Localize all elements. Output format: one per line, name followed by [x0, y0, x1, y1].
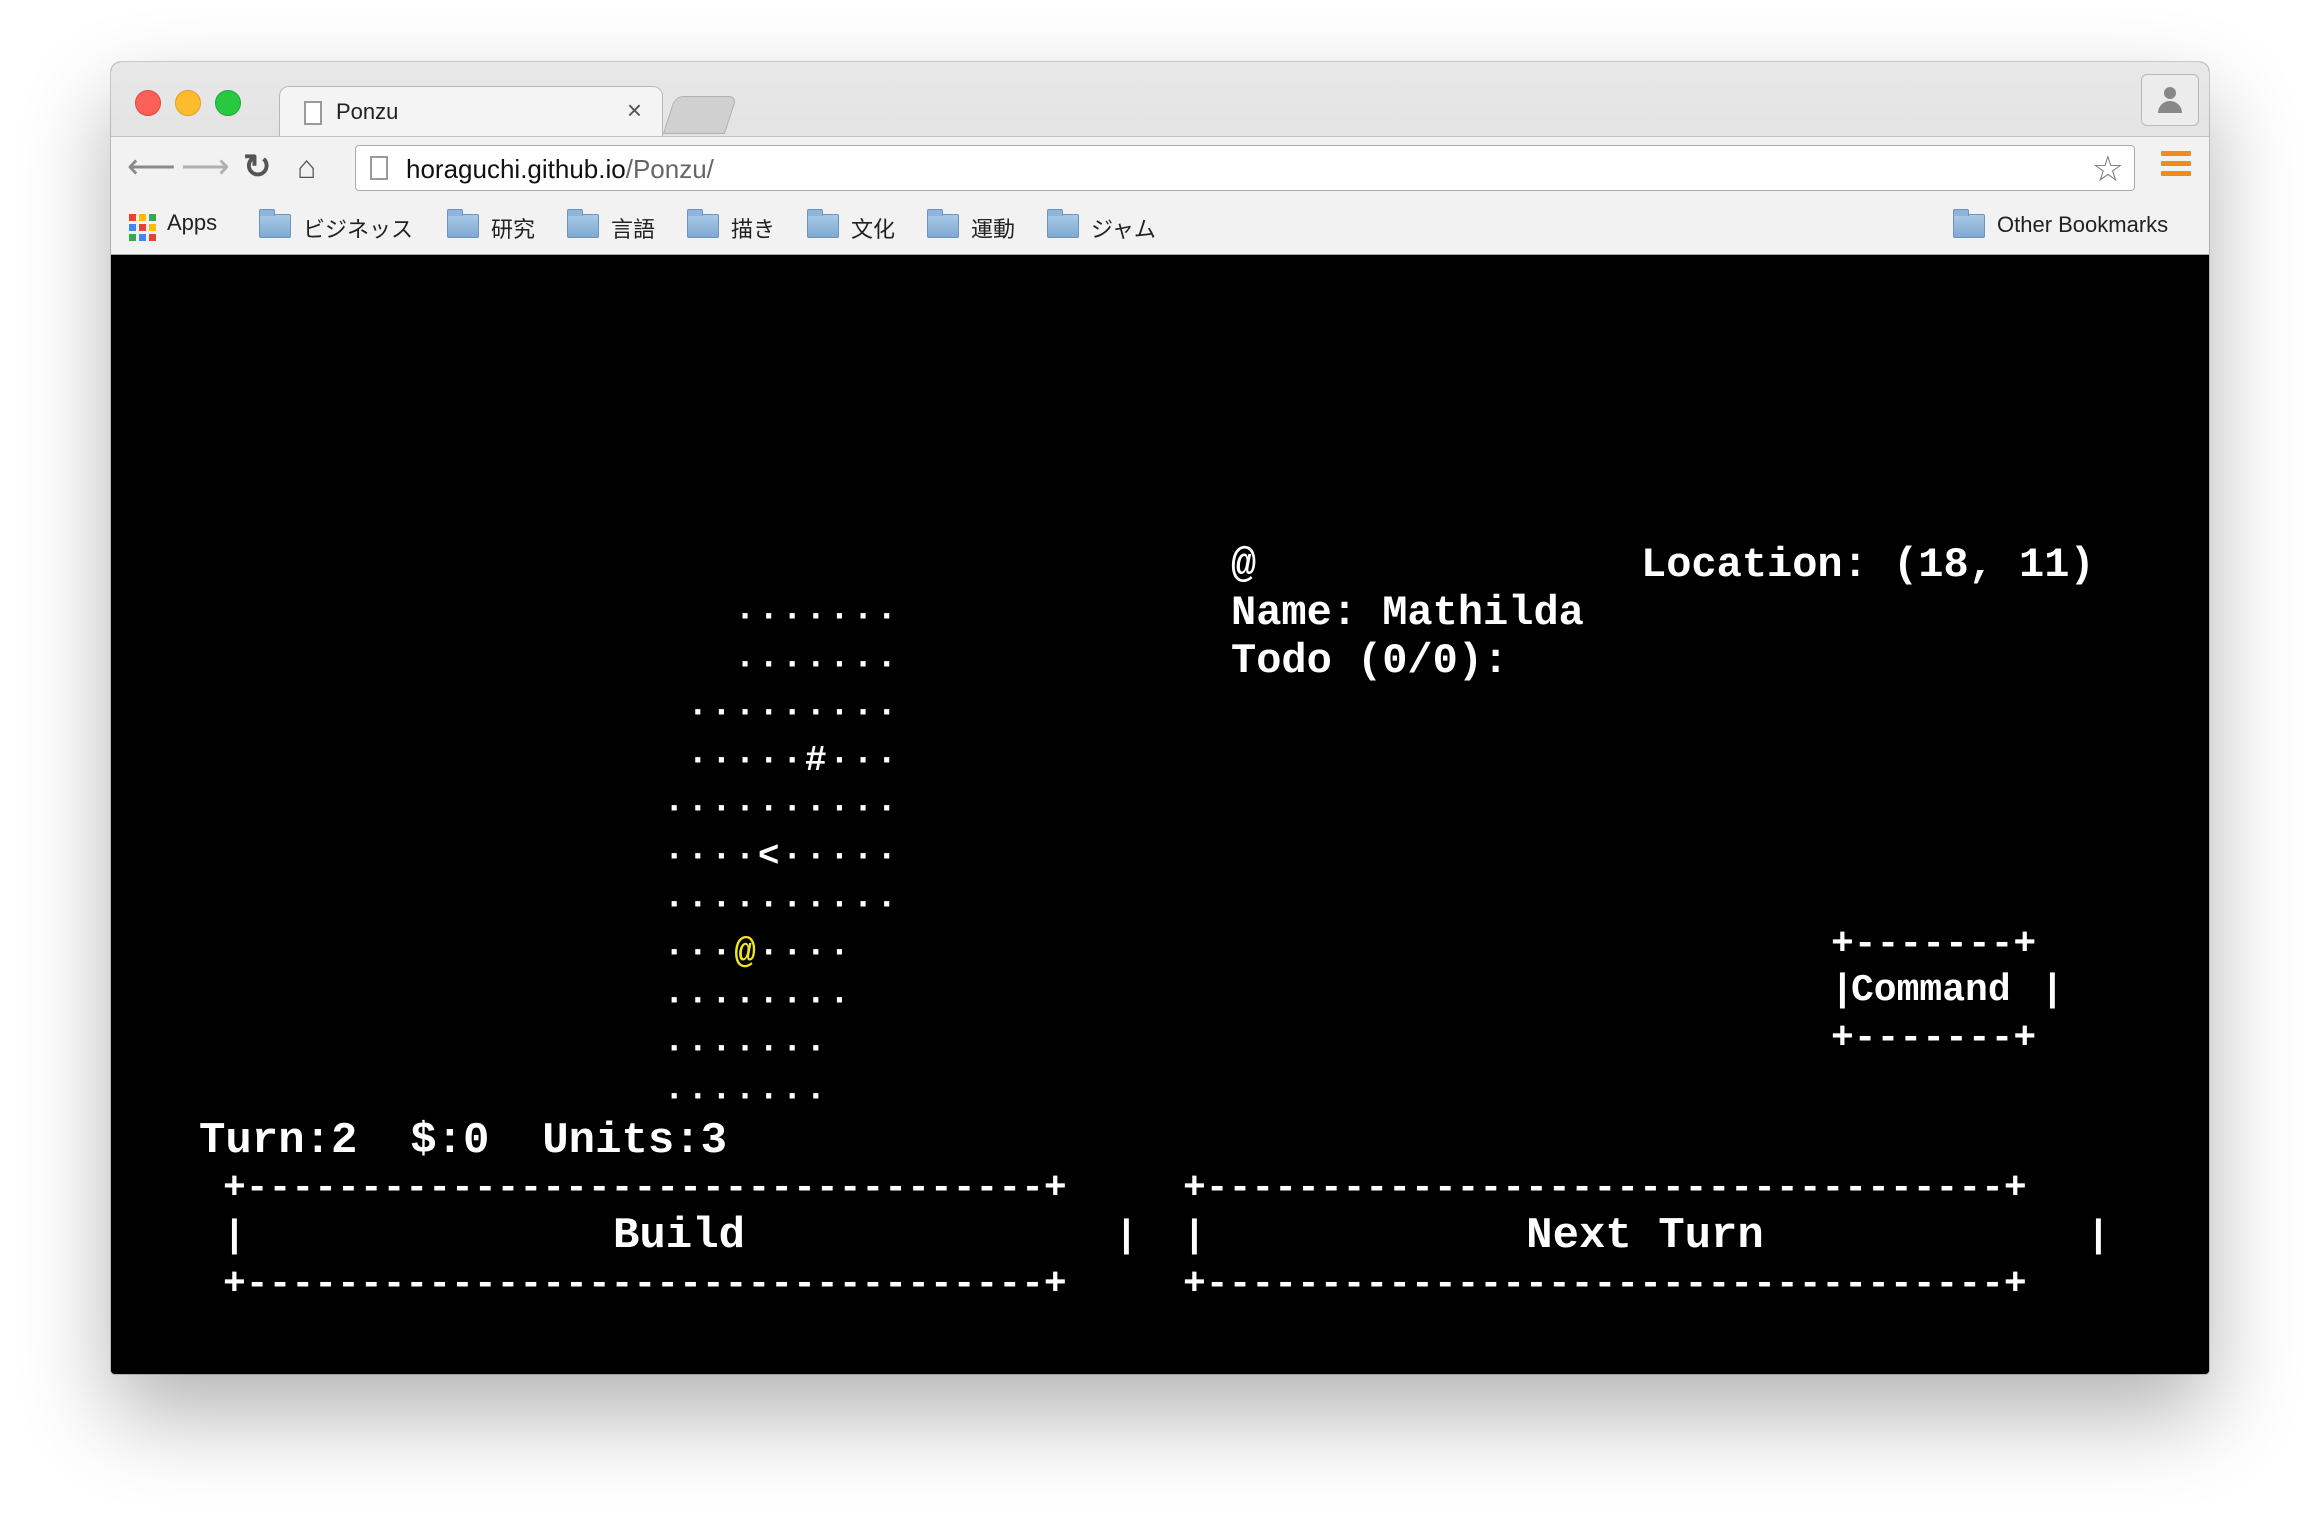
next-turn-label: Next Turn: [1526, 1211, 1764, 1261]
folder-icon: [447, 209, 479, 238]
bookmark-folder-1[interactable]: 研究: [491, 212, 535, 244]
todo-list: Todo (0/0):: [1231, 637, 1509, 685]
page-icon: [304, 101, 322, 125]
folder-icon: [1953, 209, 1985, 238]
command-button[interactable]: +-------+ | | Command +-------+: [1831, 923, 2064, 1060]
folder-icon: [927, 209, 959, 238]
bookmarks-bar: Apps ビジネッス 研究 言語 描き 文化 運動 ジャム Other Book…: [111, 200, 2209, 255]
bookmark-folder-4[interactable]: 文化: [851, 212, 895, 244]
bookmark-folder-6[interactable]: ジャム: [1091, 212, 1156, 244]
player-marker[interactable]: @: [734, 932, 758, 973]
bookmark-apps-label: Apps: [167, 210, 218, 235]
map-row: ·······: [569, 644, 900, 685]
url-path: /Ponzu/: [625, 154, 714, 184]
map-row: ··········: [569, 788, 900, 829]
command-border-mid: |: [2041, 969, 2064, 1012]
apps-grid-icon: [129, 214, 156, 241]
forward-arrow-icon[interactable]: ⟶: [181, 149, 230, 185]
bookmark-folder-5[interactable]: 運動: [971, 212, 1015, 244]
next-turn-border-bottom: +-----------------------------------+: [1183, 1263, 2027, 1306]
menu-icon[interactable]: [2161, 151, 2191, 179]
map-row: ··········: [569, 884, 900, 925]
address-bar[interactable]: horaguchi.github.io/Ponzu/ ☆: [355, 145, 2135, 191]
page-icon: [370, 156, 388, 180]
status-line: Turn:2 $:0 Units:3: [199, 1116, 728, 1166]
tab-strip: Ponzu ×: [111, 62, 2209, 137]
home-icon[interactable]: ⌂: [297, 149, 316, 185]
map-row-player: ···@····: [569, 932, 853, 973]
tab-close-icon[interactable]: ×: [627, 95, 642, 126]
location-readout: Location: (18, 11): [1641, 541, 2095, 589]
folder-icon: [807, 209, 839, 238]
bookmark-other[interactable]: Other Bookmarks: [1997, 212, 2168, 238]
unit-name: Name: Mathilda: [1231, 589, 1584, 637]
bookmark-folder-3[interactable]: 描き: [731, 212, 775, 244]
profile-button[interactable]: [2141, 74, 2199, 126]
bookmark-folder-0[interactable]: ビジネッス: [303, 212, 413, 244]
folder-icon: [687, 209, 719, 238]
next-turn-border-top: +-----------------------------------+: [1183, 1167, 2027, 1210]
map-row: ····<·····: [569, 836, 900, 877]
url-host: horaguchi.github.io: [406, 154, 626, 184]
back-arrow-icon[interactable]: ⟵: [127, 149, 176, 185]
folder-icon: [259, 209, 291, 238]
reload-icon[interactable]: ↻: [243, 149, 272, 185]
build-border-bottom: +-----------------------------------+: [223, 1263, 1067, 1306]
bookmark-folder-2[interactable]: 言語: [611, 212, 655, 244]
map-row: ·······: [569, 596, 900, 637]
person-icon: [2164, 87, 2176, 99]
folder-icon: [567, 209, 599, 238]
zoom-window-button[interactable]: [215, 90, 241, 116]
bookmark-star-icon[interactable]: ☆: [2092, 148, 2124, 190]
map-row: ········: [569, 980, 853, 1021]
build-border-top: +-----------------------------------+: [223, 1167, 1067, 1210]
new-tab-button[interactable]: [662, 96, 738, 134]
map-row: ·······: [569, 1028, 829, 1069]
map-row: ·········: [569, 692, 900, 733]
command-label: Command: [1851, 969, 2011, 1012]
map-row: ·······: [569, 1076, 829, 1117]
close-window-button[interactable]: [135, 90, 161, 116]
game-screen[interactable]: ······· ······· ········· ·····#··· ····…: [111, 255, 2209, 1374]
browser-chrome: Ponzu × ⟵ ⟶ ↻ ⌂ horaguchi.github.io/Ponz…: [111, 62, 2209, 255]
unit-symbol: @: [1231, 541, 1257, 589]
tab-title: Ponzu: [336, 99, 399, 124]
next-turn-button[interactable]: +-----------------------------------+ | …: [1183, 1167, 2110, 1306]
browser-window: Ponzu × ⟵ ⟶ ↻ ⌂ horaguchi.github.io/Ponz…: [111, 62, 2209, 1374]
minimize-window-button[interactable]: [175, 90, 201, 116]
command-border-top: +-------+: [1831, 923, 2037, 966]
folder-icon: [1047, 209, 1079, 238]
build-label: Build: [612, 1211, 746, 1261]
tab-ponzu[interactable]: Ponzu ×: [279, 86, 663, 137]
url-text: horaguchi.github.io/Ponzu/: [406, 154, 714, 185]
command-border-bottom: +-------+: [1831, 1017, 2037, 1060]
browser-toolbar: ⟵ ⟶ ↻ ⌂ horaguchi.github.io/Ponzu/ ☆: [111, 136, 2209, 201]
map-row: ·····#···: [569, 740, 900, 781]
build-button[interactable]: +-----------------------------------+ | …: [223, 1167, 1138, 1306]
